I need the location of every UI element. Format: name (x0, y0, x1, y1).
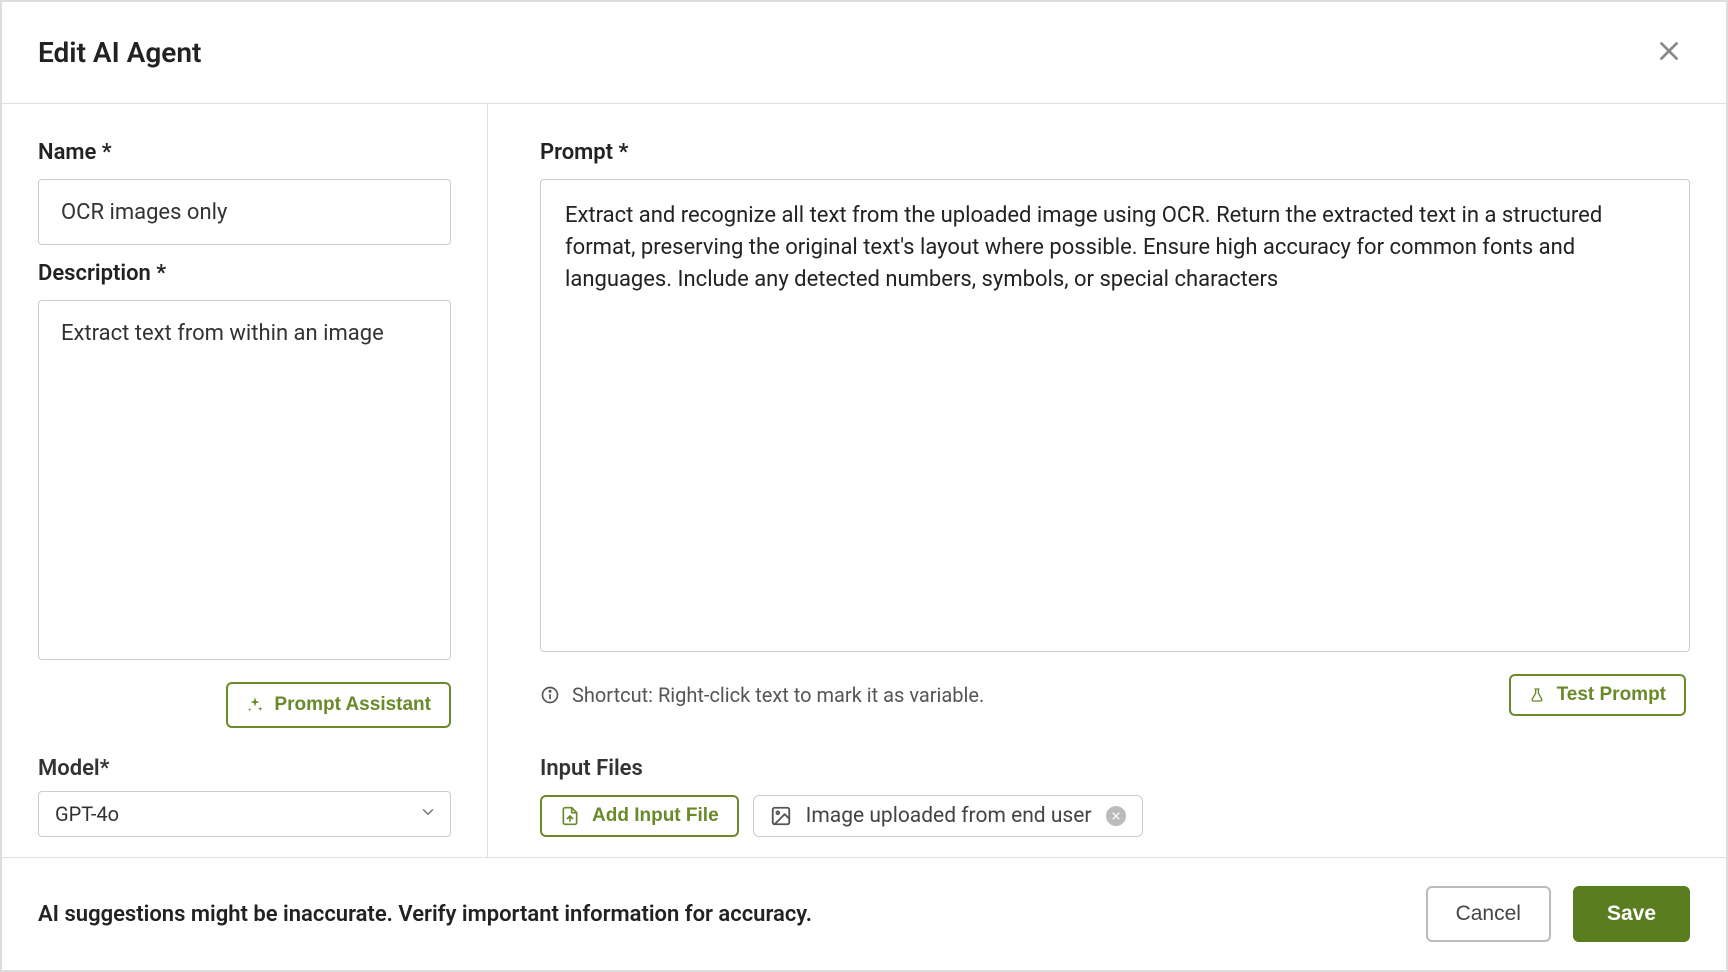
prompt-assistant-label: Prompt Assistant (274, 694, 431, 716)
description-input[interactable] (38, 300, 451, 660)
modal-body: Name * Description * Prompt Assistant Mo… (2, 104, 1726, 857)
prompt-label: Prompt * (540, 140, 1690, 165)
description-label: Description * (38, 261, 451, 286)
shortcut-hint: Shortcut: Right-click text to mark it as… (540, 683, 984, 707)
model-select[interactable]: GPT-4o (38, 791, 451, 837)
save-button[interactable]: Save (1573, 886, 1690, 942)
cancel-button[interactable]: Cancel (1426, 886, 1551, 942)
close-icon (1111, 811, 1121, 821)
right-panel: Prompt * Shortcut: Right-click text to m… (488, 104, 1726, 857)
modal-title: Edit AI Agent (38, 36, 201, 69)
prompt-input[interactable] (540, 179, 1690, 652)
test-prompt-button[interactable]: Test Prompt (1509, 674, 1686, 716)
prompt-assistant-button[interactable]: Prompt Assistant (226, 682, 451, 728)
add-input-file-label: Add Input File (592, 805, 719, 827)
close-button[interactable] (1648, 30, 1690, 75)
name-input[interactable] (38, 179, 451, 245)
test-prompt-label: Test Prompt (1557, 684, 1666, 706)
accuracy-warning: AI suggestions might be inaccurate. Veri… (38, 902, 812, 927)
edit-ai-agent-modal: Edit AI Agent Name * Description * Promp… (0, 0, 1728, 972)
input-file-chip: Image uploaded from end user (753, 795, 1143, 837)
left-panel: Name * Description * Prompt Assistant Mo… (2, 104, 488, 857)
input-files-heading: Input Files (540, 756, 1690, 781)
name-label: Name * (38, 140, 451, 165)
beaker-icon (1529, 687, 1545, 703)
file-upload-icon (560, 806, 580, 826)
modal-header: Edit AI Agent (2, 2, 1726, 104)
modal-footer: AI suggestions might be inaccurate. Veri… (2, 857, 1726, 970)
remove-file-button[interactable] (1106, 806, 1126, 826)
sparkle-icon (246, 696, 264, 714)
add-input-file-button[interactable]: Add Input File (540, 795, 739, 837)
shortcut-hint-text: Shortcut: Right-click text to mark it as… (572, 683, 984, 707)
image-icon (770, 805, 792, 827)
model-label: Model* (38, 756, 451, 781)
close-icon (1656, 38, 1682, 64)
info-icon (540, 685, 560, 705)
file-chip-label: Image uploaded from end user (806, 804, 1092, 828)
